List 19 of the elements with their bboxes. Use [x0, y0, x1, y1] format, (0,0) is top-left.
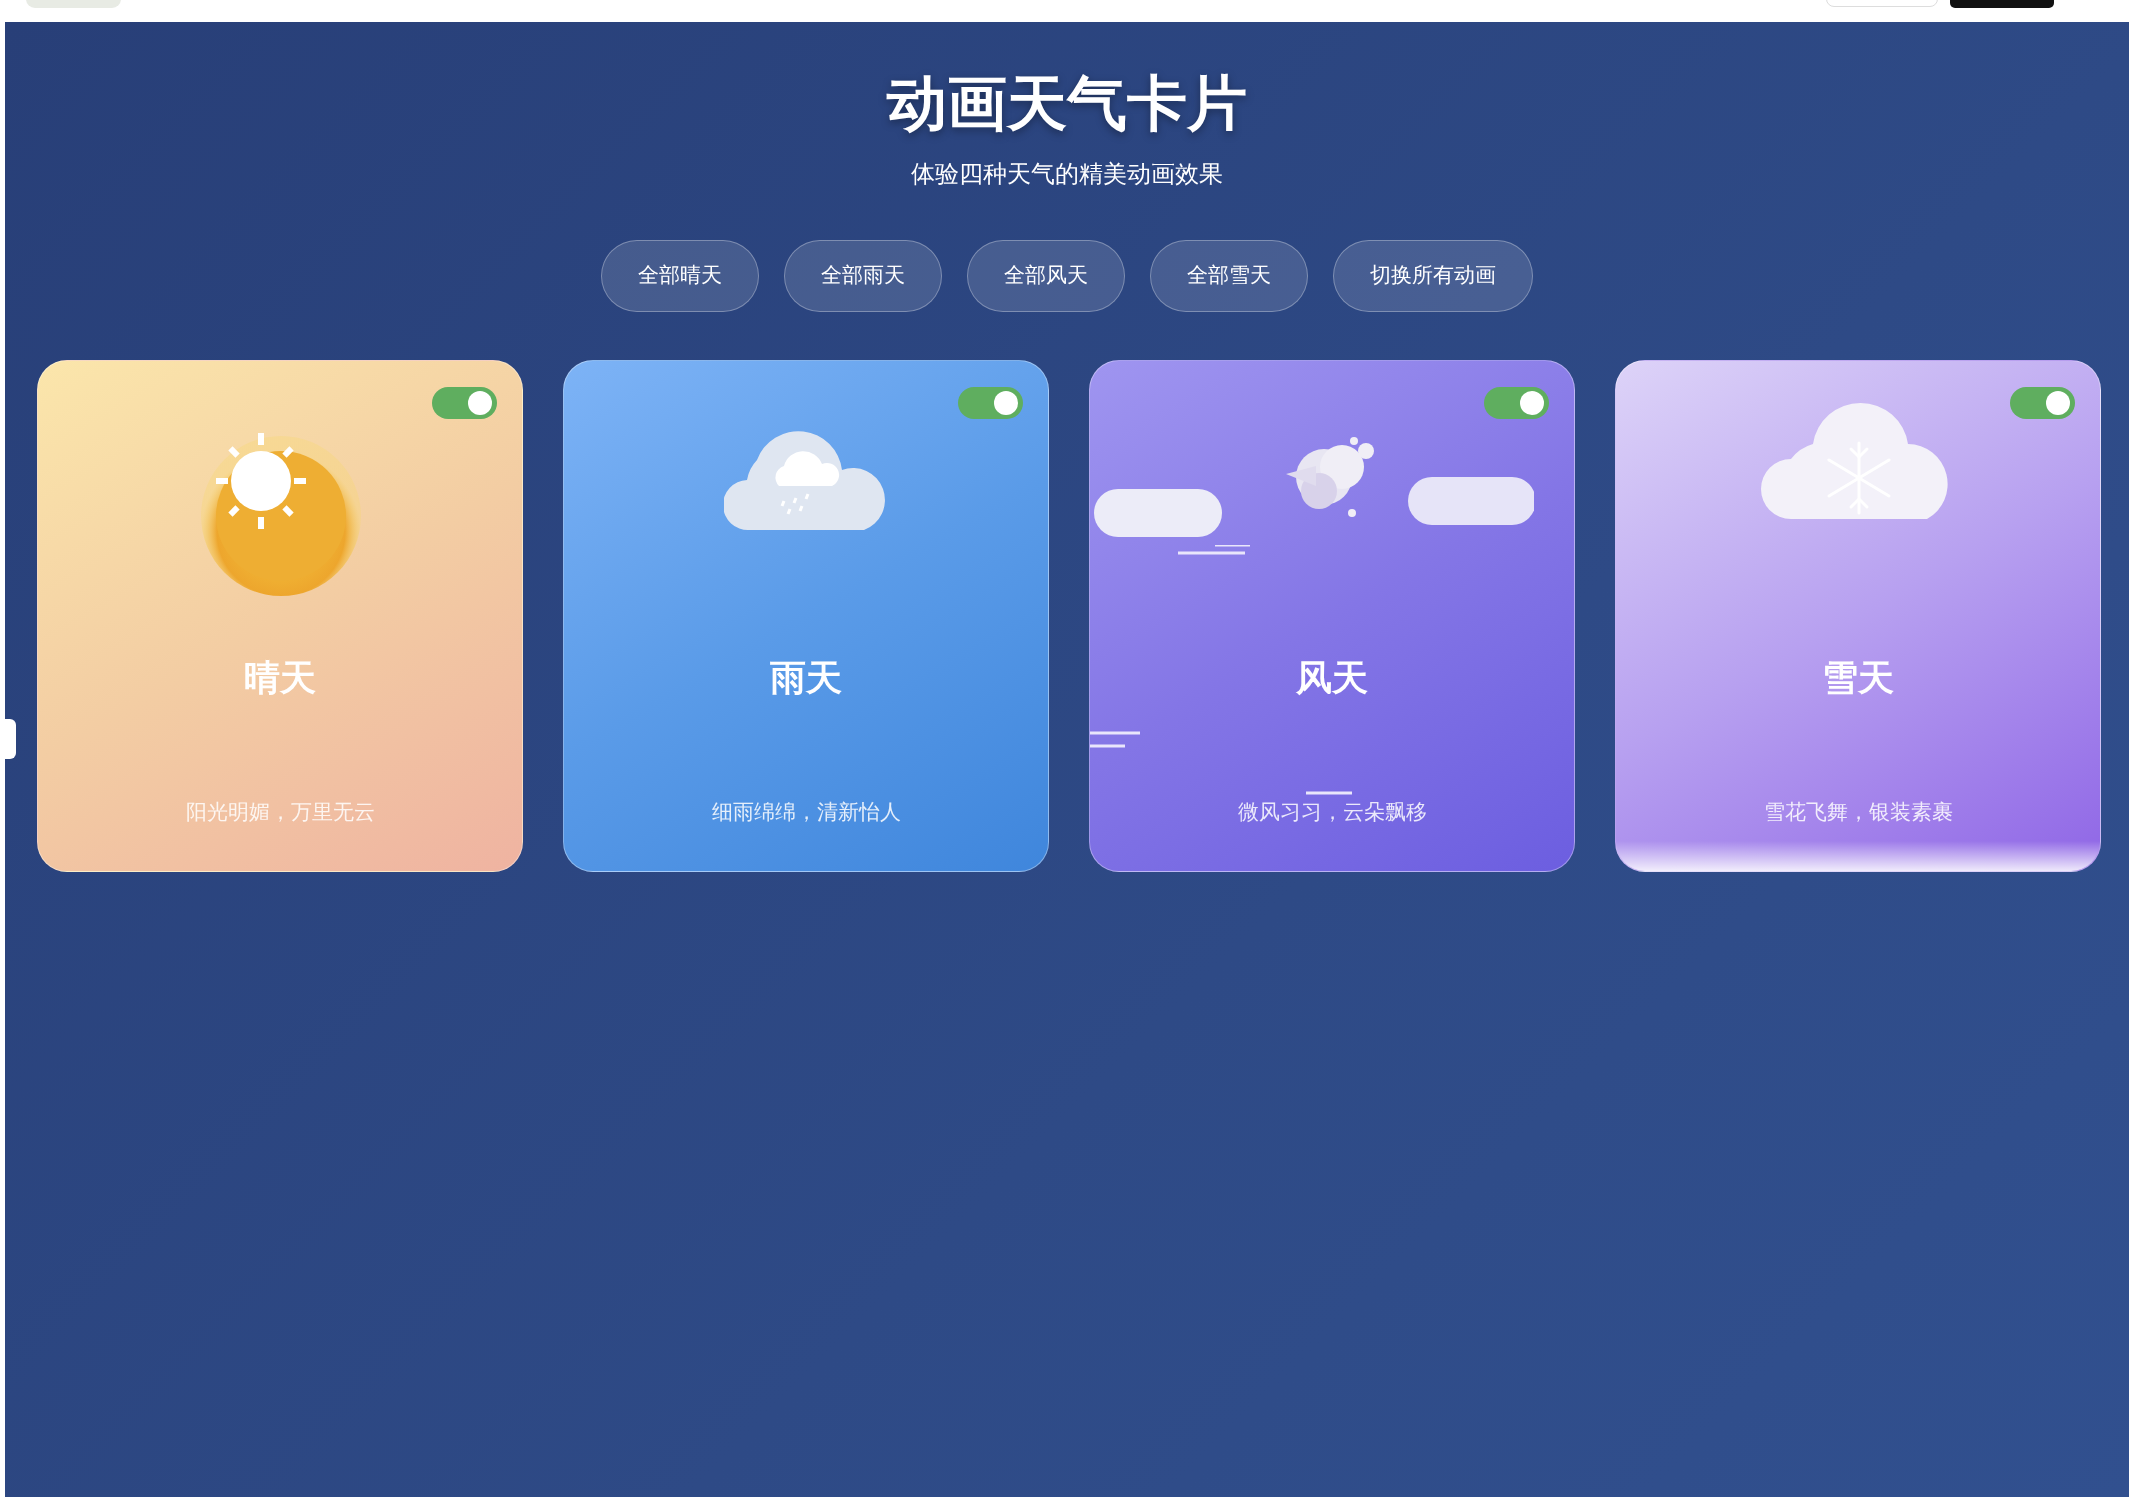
page-subtitle: 体验四种天气的精美动画效果 — [910, 159, 1224, 190]
filter-button[interactable]: 全部风天 — [967, 240, 1125, 312]
card-description: 细雨绵绵，清新怡人 — [710, 799, 902, 826]
card-title: 风天 — [1295, 656, 1369, 700]
card-description: 雪花飞舞，银装素裹 — [1762, 799, 1954, 826]
filter-button[interactable]: 全部雨天 — [784, 240, 942, 312]
toggle-switch[interactable] — [958, 387, 1023, 419]
filter-button[interactable]: 全部晴天 — [601, 240, 759, 312]
card-description: 阳光明媚，万里无云 — [184, 799, 376, 826]
page-title: 动画天气卡片 — [885, 67, 1248, 140]
toggle-switch[interactable] — [2010, 387, 2075, 419]
card-title: 雨天 — [769, 656, 843, 700]
card-title: 雪天 — [1821, 656, 1895, 700]
toggle-switch[interactable] — [432, 387, 497, 419]
filter-button[interactable]: 切换所有动画 — [1333, 240, 1533, 312]
card-title: 晴天 — [243, 656, 317, 700]
filter-button[interactable]: 全部雪天 — [1150, 240, 1308, 312]
card-description: 微风习习，云朵飘移 — [1236, 799, 1428, 826]
toggle-switch[interactable] — [1484, 387, 1549, 419]
